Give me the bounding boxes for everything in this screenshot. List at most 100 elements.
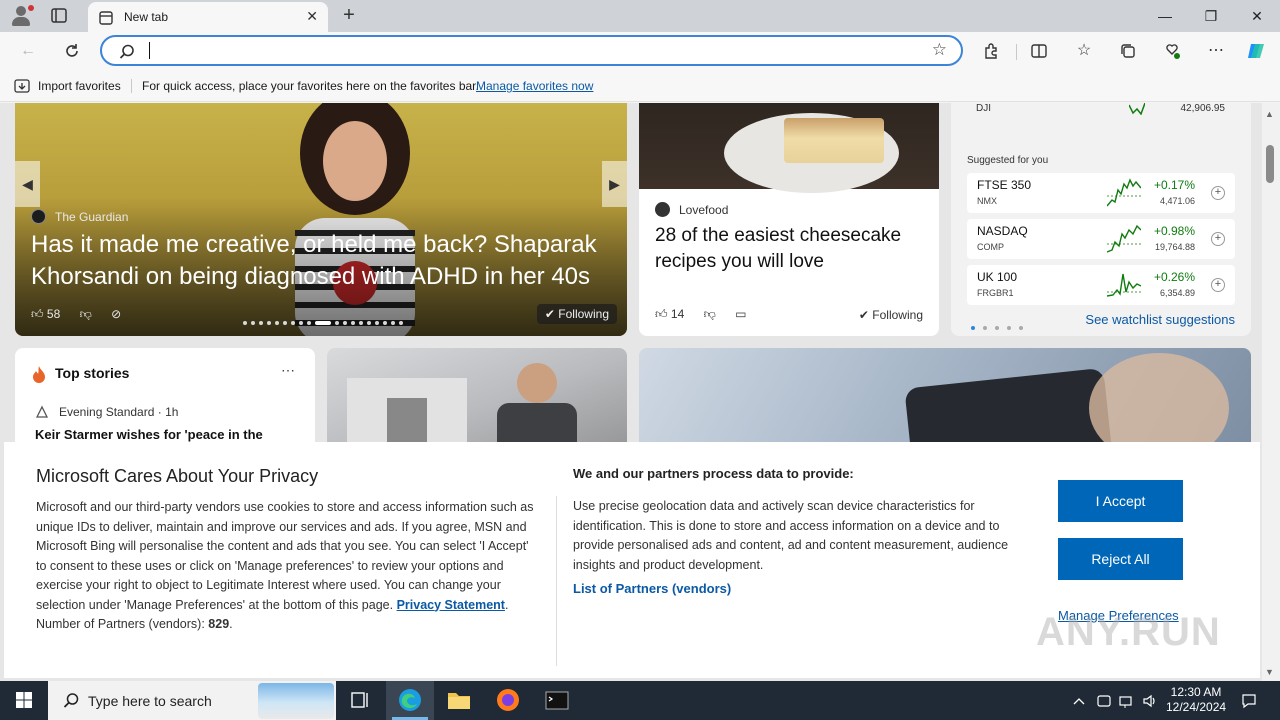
split-screen-icon[interactable] (1027, 40, 1051, 62)
evening-standard-logo-icon (35, 405, 49, 422)
taskbar-search[interactable]: Type here to search (48, 681, 336, 720)
add-to-watchlist-icon[interactable]: + (1211, 186, 1225, 200)
watchlist-suggestions-link[interactable]: See watchlist suggestions (1085, 312, 1235, 327)
scroll-down-icon[interactable]: ▼ (1265, 667, 1274, 677)
stock-value: 6,354.89 (1159, 288, 1195, 298)
browser-essentials-icon[interactable] (1160, 40, 1184, 62)
stock-change: +0.17% (1153, 178, 1195, 192)
security-tray-icon[interactable] (1095, 692, 1113, 710)
lovefood-card[interactable]: Lovefood 28 of the easiest cheesecake re… (639, 103, 939, 336)
new-tab-button[interactable]: + (338, 4, 360, 26)
taskbar-firefox[interactable] (484, 681, 532, 720)
minimize-button[interactable]: — (1150, 6, 1180, 26)
favorites-message: For quick access, place your favorites h… (142, 79, 479, 93)
notifications-icon[interactable] (1240, 692, 1258, 710)
food-headline[interactable]: 28 of the easiest cheesecake recipes you… (655, 223, 930, 275)
like-icon[interactable]: 👍︎ (31, 307, 44, 321)
settings-menu-icon[interactable]: ⋯ (1204, 40, 1228, 62)
tab-actions-icon[interactable] (48, 6, 70, 26)
search-icon (62, 692, 80, 713)
taskbar-terminal[interactable] (533, 681, 581, 720)
tab-title: New tab (124, 10, 169, 24)
extensions-icon[interactable] (979, 40, 1003, 62)
hero-like-count: 58 (46, 307, 61, 321)
text-cursor (149, 42, 150, 59)
hero-follow-badge[interactable]: ✔ Following (536, 304, 617, 324)
collections-icon[interactable] (1116, 40, 1140, 62)
reject-all-button[interactable]: Reject All (1058, 538, 1183, 580)
food-follow-badge[interactable]: ✔ Following (859, 308, 923, 322)
food-reactions: 👍︎ 14 👎︎ ▭ (655, 307, 746, 322)
start-button[interactable] (0, 681, 48, 720)
show-hidden-icons-icon[interactable] (1070, 692, 1088, 710)
stock-row[interactable]: FTSE 350 NMX +0.17% 4,471.06 + (967, 173, 1235, 213)
accept-button[interactable]: I Accept (1058, 480, 1183, 522)
address-input[interactable] (152, 40, 912, 61)
favorites-icon[interactable]: ☆ (1072, 40, 1096, 62)
partners-count-label: Number of Partners (vendors): (36, 617, 205, 631)
stock-row[interactable]: NASDAQ COMP +0.98% 19,764.88 + (967, 219, 1235, 259)
taskbar-file-explorer[interactable] (435, 681, 483, 720)
hero-reactions: 👍︎ 58 👎︎ ⊘ (31, 307, 121, 322)
windows-logo-icon (16, 692, 32, 708)
scroll-up-icon[interactable]: ▲ (1265, 109, 1274, 119)
top-story-source: Evening Standard · 1h (59, 405, 179, 419)
stock-value: 19,764.88 (1154, 242, 1195, 252)
cheesecake-image (639, 103, 939, 193)
partners-list-link[interactable]: List of Partners (vendors) (573, 581, 731, 596)
close-window-button[interactable]: ✕ (1242, 6, 1272, 26)
network-icon[interactable] (1118, 692, 1136, 710)
maximize-button[interactable]: ❐ (1196, 6, 1226, 26)
hide-story-icon[interactable]: ⊘ (111, 307, 121, 321)
privacy-title: Microsoft Cares About Your Privacy (36, 466, 319, 486)
stock-sparkline (1107, 224, 1141, 253)
food-like-count: 14 (670, 307, 685, 321)
stock-change: +0.26% (1153, 270, 1195, 284)
copilot-icon[interactable] (1245, 40, 1269, 62)
more-options-icon[interactable]: ⋯ (281, 362, 295, 379)
dislike-icon[interactable]: 👎︎ (704, 307, 716, 321)
back-arrow-icon[interactable]: ← (16, 40, 40, 62)
hero-card[interactable]: The Guardian Has it made me creative, or… (15, 103, 627, 336)
hero-source: The Guardian (55, 210, 129, 224)
taskbar-search-placeholder: Type here to search (88, 693, 212, 709)
privacy-statement-link[interactable]: Privacy Statement (397, 598, 505, 612)
page-scrollbar[interactable]: ▲ ▼ (1262, 103, 1280, 681)
privacy-body: Microsoft and our third-party vendors us… (36, 500, 534, 631)
stocks-card: DJI 42,906.95 Suggested for you FTSE 350… (951, 103, 1251, 336)
add-to-watchlist-icon[interactable]: + (1211, 278, 1225, 292)
favorite-star-icon[interactable]: ☆ (932, 40, 947, 60)
carousel-prev-icon[interactable]: ◀ (15, 161, 40, 207)
hero-headline[interactable]: Has it made me creative, or held me back… (31, 229, 621, 293)
folder-icon (448, 693, 470, 709)
refresh-icon[interactable] (60, 40, 84, 62)
scrollbar-thumb[interactable] (1266, 145, 1274, 183)
manage-favorites-link[interactable]: Manage favorites now (476, 79, 593, 93)
profile-icon[interactable] (10, 5, 34, 27)
taskbar: Type here to search 12:30 AM 12/24/2024 (0, 681, 1280, 720)
taskbar-edge[interactable] (386, 681, 434, 720)
stocks-page-indicator (971, 319, 1031, 333)
tab-new-tab[interactable]: New tab ✕ (88, 2, 328, 32)
add-to-watchlist-icon[interactable]: + (1211, 232, 1225, 246)
stock-exchange: COMP (977, 242, 1004, 252)
stock-change: +0.98% (1153, 224, 1195, 238)
volume-icon[interactable] (1141, 692, 1159, 710)
like-icon[interactable]: 👍︎ (655, 307, 668, 321)
address-bar[interactable]: ☆ (100, 35, 963, 66)
edge-icon (399, 689, 421, 711)
dislike-icon[interactable]: 👎︎ (80, 307, 92, 321)
stock-sparkline (1107, 178, 1141, 207)
top-stories-title: Top stories (55, 365, 130, 381)
task-view-button[interactable] (336, 681, 384, 720)
stock-row[interactable]: UK 100 FRGBR1 +0.26% 6,354.89 + (967, 265, 1235, 305)
close-tab-icon[interactable]: ✕ (306, 8, 318, 25)
clock-time: 12:30 AM (1170, 685, 1222, 699)
system-clock[interactable]: 12:30 AM 12/24/2024 (1166, 685, 1226, 715)
import-favorites-button[interactable]: Import favorites (38, 79, 121, 93)
top-story-headline[interactable]: Keir Starmer wishes for 'peace in the (35, 427, 263, 442)
comment-icon[interactable]: ▭ (735, 307, 746, 321)
carousel-indicator (243, 315, 407, 325)
carousel-next-icon[interactable]: ▶ (602, 161, 627, 207)
firefox-icon (497, 689, 519, 711)
